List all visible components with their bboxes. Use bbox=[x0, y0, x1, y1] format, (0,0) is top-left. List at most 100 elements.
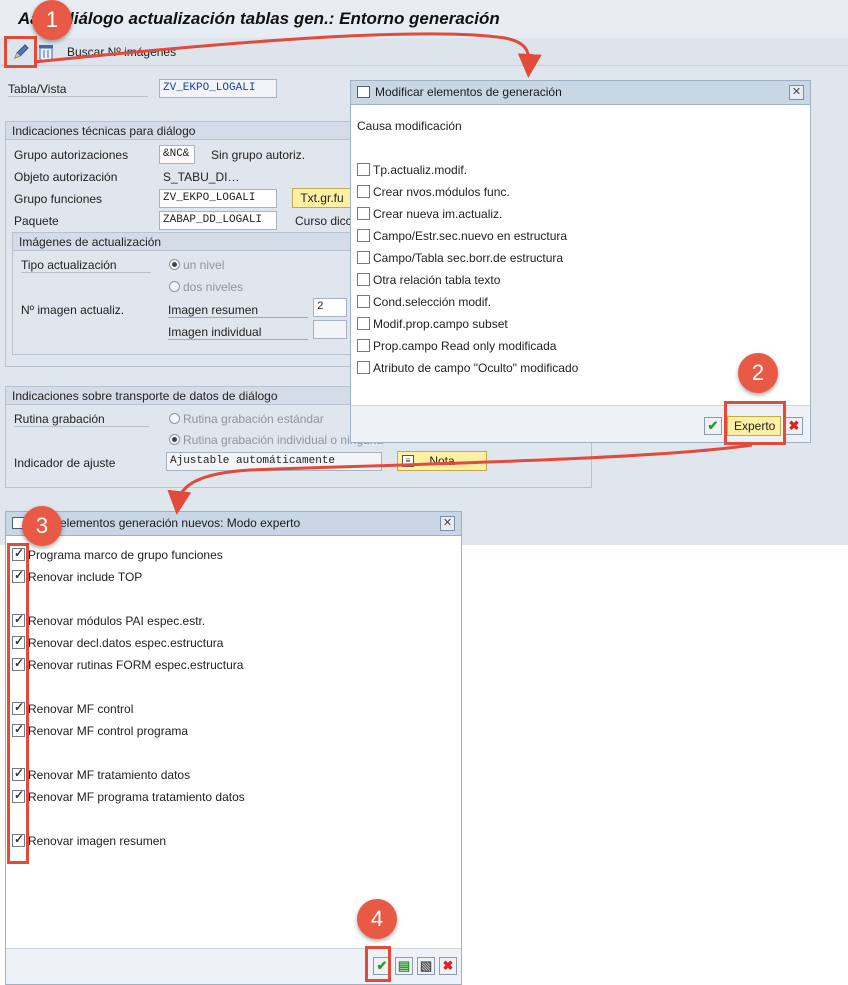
function-group-field[interactable]: ZV_EKPO_LOGALI bbox=[159, 189, 277, 208]
cause-option-8[interactable]: Modif.prop.campo subset bbox=[357, 317, 508, 335]
expert-option-7[interactable]: Renovar MF control programa bbox=[12, 722, 189, 742]
table-view-field[interactable]: ZV_EKPO_LOGALI bbox=[159, 79, 277, 98]
close-icon[interactable]: ✕ bbox=[789, 85, 804, 100]
checkbox[interactable] bbox=[357, 339, 370, 352]
radio-one-level[interactable]: un nivel bbox=[169, 258, 224, 272]
checkbox[interactable] bbox=[357, 185, 370, 198]
radio-routine-standard[interactable]: Rutina grabación estándar bbox=[169, 412, 324, 426]
cause-option-label: Otra relación tabla texto bbox=[373, 273, 501, 287]
function-group-text-button[interactable]: Txt.gr.fu bbox=[292, 188, 352, 208]
expert-option-label: Renovar decl.datos espec.estructura bbox=[28, 636, 224, 650]
expert-option-label: Renovar include TOP bbox=[28, 570, 143, 584]
radio-routine-individual-indicator bbox=[169, 434, 180, 445]
trash-icon[interactable] bbox=[36, 42, 56, 62]
single-image-field[interactable] bbox=[313, 320, 347, 339]
modify-elements-dialog-header: Modificar elementos de generación ✕ bbox=[351, 81, 810, 105]
auth-group-field[interactable]: &NC& bbox=[159, 145, 195, 164]
highlight-edit-icon bbox=[4, 36, 37, 68]
table-view-underline bbox=[8, 96, 148, 97]
checkbox[interactable] bbox=[357, 207, 370, 220]
auth-object-value: S_TABU_DI… bbox=[163, 170, 240, 184]
cause-option-2[interactable]: Crear nvos.módulos func. bbox=[357, 185, 510, 203]
expert-option-3[interactable]: Renovar módulos PAI espec.estr. bbox=[12, 612, 205, 632]
checkbox[interactable] bbox=[357, 273, 370, 286]
cancel-x-icon[interactable]: ✖ bbox=[785, 417, 803, 435]
package-field[interactable]: ZABAP_DD_LOGALI bbox=[159, 211, 277, 230]
modify-elements-dialog: Modificar elementos de generación ✕ Caus… bbox=[350, 80, 811, 443]
expert-option-8[interactable]: Renovar MF tratamiento datos bbox=[12, 766, 191, 786]
radio-one-level-label: un nivel bbox=[183, 258, 225, 272]
radio-routine-standard-indicator bbox=[169, 413, 180, 424]
single-image-label: Imagen individual bbox=[168, 325, 308, 340]
search-images-button[interactable]: Buscar Nº imágenes bbox=[67, 45, 176, 59]
expert-option-label: Renovar MF programa tratamiento datos bbox=[28, 790, 245, 804]
expert-option-9[interactable]: Renovar MF programa tratamiento datos bbox=[12, 788, 245, 808]
cause-option-3[interactable]: Crear nueva im.actualiz. bbox=[357, 207, 502, 225]
cause-option-7[interactable]: Cond.selección modif. bbox=[357, 295, 491, 313]
note-button[interactable]: ≡ Nota bbox=[397, 451, 487, 471]
cause-option-label: Prop.campo Read only modificada bbox=[373, 339, 557, 353]
adjust-label: Indicador de ajuste bbox=[14, 456, 116, 470]
expert-mode-dialog-header: elementos generación nuevos: Modo expert… bbox=[6, 512, 461, 536]
image-no-label: Nº imagen actualiz. bbox=[21, 303, 125, 317]
highlight-confirm-button bbox=[365, 946, 391, 982]
auth-group-label: Grupo autorizaciones bbox=[14, 148, 129, 162]
highlight-expert-button bbox=[724, 401, 786, 445]
toolbar: Buscar Nº imágenes bbox=[0, 38, 848, 66]
cause-option-label: Campo/Estr.sec.nuevo en estructura bbox=[373, 229, 568, 243]
table-view-label: Tabla/Vista bbox=[8, 82, 67, 96]
radio-routine-standard-label: Rutina grabación estándar bbox=[183, 412, 324, 426]
note-button-label: Nota bbox=[429, 454, 455, 468]
cause-option-5[interactable]: Campo/Tabla sec.borr.de estructura bbox=[357, 251, 563, 269]
auth-group-text: Sin grupo autoriz. bbox=[211, 148, 306, 162]
cause-option-label: Atributo de campo "Oculto" modificado bbox=[373, 361, 579, 375]
cancel-x-icon[interactable]: ✖ bbox=[439, 957, 457, 975]
expert-option-2[interactable]: Renovar include TOP bbox=[12, 568, 143, 588]
summary-image-label: Imagen resumen bbox=[168, 303, 308, 318]
expert-dialog-footer bbox=[6, 948, 461, 984]
checkbox[interactable] bbox=[357, 229, 370, 242]
checkbox[interactable] bbox=[357, 295, 370, 308]
expert-option-4[interactable]: Renovar decl.datos espec.estructura bbox=[12, 634, 224, 654]
expert-option-label: Renovar MF tratamiento datos bbox=[28, 768, 191, 782]
confirm-check-icon[interactable]: ✔ bbox=[704, 417, 722, 435]
expert-option-1[interactable]: Programa marco de grupo funciones bbox=[12, 546, 223, 566]
checkbox[interactable] bbox=[357, 317, 370, 330]
radio-two-levels-label: dos niveles bbox=[183, 280, 244, 294]
note-icon: ≡ bbox=[402, 455, 414, 467]
expert-option-label: Renovar MF control programa bbox=[28, 724, 189, 738]
generate-icon[interactable]: ▤ bbox=[395, 957, 413, 975]
routine-label: Rutina grabación bbox=[14, 412, 105, 426]
cause-option-4[interactable]: Campo/Estr.sec.nuevo en estructura bbox=[357, 229, 567, 247]
cause-option-label: Campo/Tabla sec.borr.de estructura bbox=[373, 251, 564, 265]
cause-option-1[interactable]: Tp.actualiz.modif. bbox=[357, 163, 467, 181]
tech-group-title: Indicaciones técnicas para diálogo bbox=[6, 122, 354, 140]
checkbox[interactable] bbox=[357, 361, 370, 374]
expert-option-label: Renovar MF control bbox=[28, 702, 134, 716]
expert-option-6[interactable]: Renovar MF control bbox=[12, 700, 134, 720]
expert-option-10[interactable]: Renovar imagen resumen bbox=[12, 832, 166, 852]
cause-option-label: Crear nvos.módulos func. bbox=[373, 185, 510, 199]
radio-two-levels[interactable]: dos niveles bbox=[169, 280, 243, 294]
cause-option-10[interactable]: Atributo de campo "Oculto" modificado bbox=[357, 361, 578, 379]
cause-option-label: Crear nueva im.actualiz. bbox=[373, 207, 503, 221]
highlight-checkboxes bbox=[7, 543, 29, 864]
display-icon[interactable]: ▧ bbox=[417, 957, 435, 975]
routine-underline bbox=[14, 426, 149, 427]
cause-option-9[interactable]: Prop.campo Read only modificada bbox=[357, 339, 556, 357]
images-group-title: Imágenes de actualización bbox=[13, 233, 351, 251]
cause-option-6[interactable]: Otra relación tabla texto bbox=[357, 273, 500, 291]
cause-option-label: Modif.prop.campo subset bbox=[373, 317, 508, 331]
close-icon[interactable]: ✕ bbox=[440, 516, 455, 531]
step-badge-4: 4 bbox=[357, 899, 397, 939]
step-badge-3: 3 bbox=[22, 506, 62, 546]
adjust-field[interactable]: Ajustable automáticamente bbox=[166, 452, 382, 471]
checkbox[interactable] bbox=[357, 163, 370, 176]
expert-option-5[interactable]: Renovar rutinas FORM espec.estructura bbox=[12, 656, 243, 676]
checkbox[interactable] bbox=[357, 251, 370, 264]
summary-image-field[interactable]: 2 bbox=[313, 298, 347, 317]
cause-option-label: Cond.selección modif. bbox=[373, 295, 492, 309]
radio-two-levels-indicator bbox=[169, 281, 180, 292]
window-title: Aa...l.diálogo actualización tablas gen.… bbox=[0, 0, 848, 38]
step-badge-1: 1 bbox=[32, 0, 72, 40]
